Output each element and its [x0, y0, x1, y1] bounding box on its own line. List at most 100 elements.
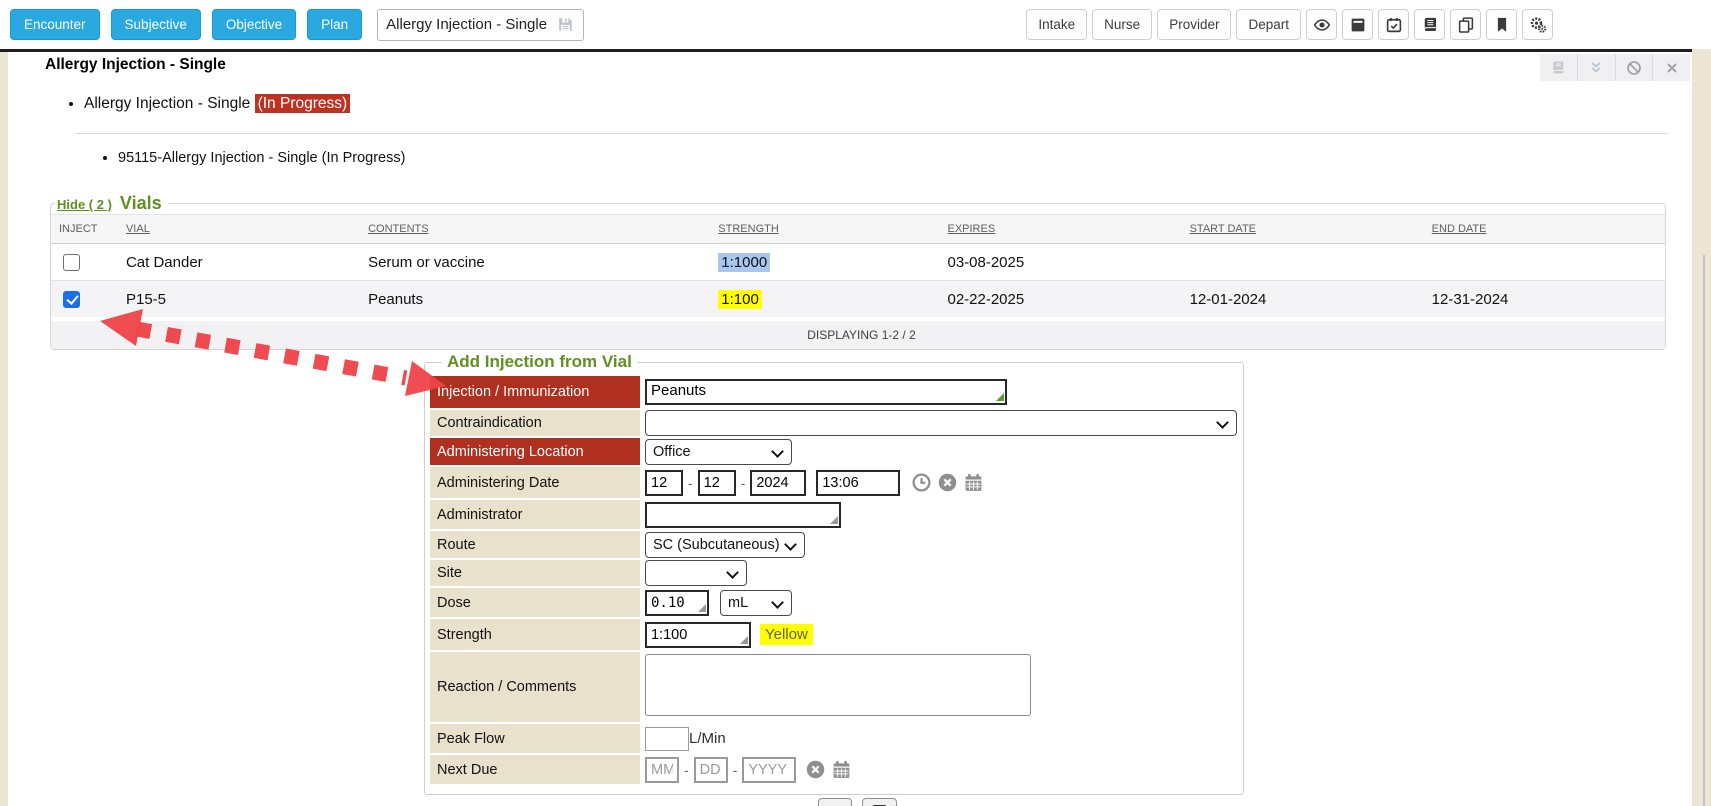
peak-flow-input[interactable] [645, 727, 689, 751]
objective-button[interactable]: Objective [212, 9, 296, 40]
form-selector-value: Allergy Injection - Single [386, 16, 556, 33]
encounter-list-item: Allergy Injection - Single (In Progress) [84, 94, 1692, 114]
date-separator: - [688, 475, 693, 491]
route-value: SC (Subcutaneous) [653, 537, 780, 553]
table-row: Cat Dander Serum or vaccine 1:1000 03-08… [51, 244, 1665, 281]
copy-icon[interactable] [1450, 9, 1481, 40]
vials-section: Hide ( 2 ) Vials INJECT VIAL CONTENTS ST… [50, 193, 1666, 350]
archive-box-icon[interactable] [1342, 9, 1373, 40]
top-toolbar: Encounter Subjective Objective Plan Alle… [0, 0, 1711, 49]
col-start-date[interactable]: START DATE [1182, 215, 1424, 244]
reaction-comments-field[interactable] [645, 654, 1031, 716]
route-label: Route [430, 531, 640, 558]
depart-button[interactable]: Depart [1236, 9, 1301, 40]
table-pagination: DISPLAYING 1-2 / 2 [51, 319, 1665, 349]
hide-vials-link[interactable]: Hide ( 2 ) [57, 197, 112, 212]
save-icon[interactable] [556, 15, 575, 34]
col-contents[interactable]: CONTENTS [360, 215, 710, 244]
date-separator: - [741, 475, 746, 491]
time-input[interactable] [816, 470, 900, 496]
inject-checkbox[interactable] [63, 254, 80, 271]
strength-label: Strength [430, 619, 640, 650]
book-icon[interactable] [1414, 9, 1445, 40]
calendar-icon[interactable] [831, 759, 852, 780]
collapse-all-icon[interactable] [1577, 54, 1615, 81]
contraindication-select[interactable] [645, 410, 1237, 436]
dose-unit-select[interactable]: mL [720, 590, 792, 616]
form-row: Injection / Immunization Peanuts [430, 376, 1237, 408]
close-icon[interactable] [1652, 54, 1690, 81]
injection-immunization-label: Injection / Immunization [430, 376, 640, 408]
form-row: Route SC (Subcutaneous) [430, 531, 1237, 558]
col-strength[interactable]: STRENGTH [710, 215, 939, 244]
encounter-button[interactable]: Encounter [10, 9, 100, 40]
col-expires[interactable]: EXPIRES [939, 215, 1181, 244]
form-row: Strength Yellow [430, 619, 1237, 650]
add-injection-section: Add Injection from Vial Injection / Immu… [424, 352, 1244, 795]
form-row: Administering Location Office [430, 438, 1237, 465]
form-row: Peak Flow L/Min [430, 724, 1237, 753]
expires-cell: 03-08-2025 [939, 244, 1181, 281]
col-vial[interactable]: VIAL [118, 215, 360, 244]
encounter-sublist: 95115-Allergy Injection - Single (In Pro… [8, 148, 1692, 168]
administering-location-value: Office [653, 444, 691, 460]
chevron-down-icon [771, 445, 784, 458]
encounter-item-label: Allergy Injection - Single [84, 95, 250, 112]
dose-input[interactable] [645, 590, 709, 616]
journal-icon[interactable] [1540, 54, 1577, 81]
bottom-button[interactable] [818, 798, 852, 806]
table-row: P15-5 Peanuts 1:100 02-22-2025 12-01-202… [51, 281, 1665, 320]
encounter-sublist-item: 95115-Allergy Injection - Single (In Pro… [118, 148, 1692, 168]
next-due-label: Next Due [430, 755, 640, 784]
vial-cell: Cat Dander [118, 244, 360, 281]
contents-cell: Serum or vaccine [360, 244, 710, 281]
gears-icon[interactable] [1522, 9, 1553, 40]
strength-input[interactable] [645, 622, 751, 648]
next-due-month-input[interactable] [645, 757, 679, 783]
administering-location-select[interactable]: Office [645, 439, 792, 465]
contraindication-label: Contraindication [430, 410, 640, 436]
scrollbar[interactable] [1703, 255, 1705, 806]
next-due-day-input[interactable] [694, 757, 728, 783]
panel-header: Allergy Injection - Single [8, 52, 1692, 78]
site-select[interactable] [645, 560, 747, 586]
calendar-check-icon[interactable] [1378, 9, 1409, 40]
clear-date-icon[interactable] [937, 472, 958, 493]
date-separator: - [684, 762, 689, 778]
encounter-list: Allergy Injection - Single (In Progress) [8, 94, 1692, 114]
disable-icon[interactable] [1615, 54, 1653, 81]
clear-date-icon[interactable] [805, 759, 826, 780]
date-month-input[interactable] [645, 470, 683, 496]
start-date-cell: 12-01-2024 [1182, 281, 1424, 320]
bookmark-icon[interactable] [1486, 9, 1517, 40]
next-due-year-input[interactable] [742, 757, 796, 783]
col-inject: INJECT [51, 215, 118, 244]
date-day-input[interactable] [698, 470, 736, 496]
col-end-date[interactable]: END DATE [1424, 215, 1665, 244]
injection-immunization-field[interactable]: Peanuts [645, 379, 1007, 405]
subjective-button[interactable]: Subjective [111, 9, 201, 40]
date-separator: - [733, 762, 738, 778]
form-selector[interactable]: Allergy Injection - Single [377, 9, 584, 41]
eye-icon[interactable] [1306, 9, 1337, 40]
date-year-input[interactable] [750, 470, 806, 496]
plan-button[interactable]: Plan [307, 9, 362, 40]
calendar-icon[interactable] [963, 472, 984, 493]
administrator-field[interactable] [645, 502, 841, 528]
peak-flow-label: Peak Flow [430, 724, 640, 753]
content-panel: Allergy Injection - Single Allergy Injec… [8, 52, 1692, 806]
administering-location-label: Administering Location [430, 438, 640, 465]
strength-highlight: 1:100 [718, 290, 762, 309]
form-row: Next Due - - [430, 755, 1237, 784]
vial-cell: P15-5 [118, 281, 360, 320]
clock-icon[interactable] [911, 472, 932, 493]
inject-checkbox[interactable] [63, 291, 80, 308]
end-date-cell [1424, 244, 1665, 281]
form-row: Reaction / Comments [430, 652, 1237, 722]
nurse-button[interactable]: Nurse [1092, 9, 1152, 40]
provider-button[interactable]: Provider [1157, 9, 1231, 40]
intake-button[interactable]: Intake [1026, 9, 1087, 40]
chevron-down-icon [726, 566, 739, 579]
bottom-button[interactable] [862, 798, 897, 806]
route-select[interactable]: SC (Subcutaneous) [645, 532, 805, 558]
